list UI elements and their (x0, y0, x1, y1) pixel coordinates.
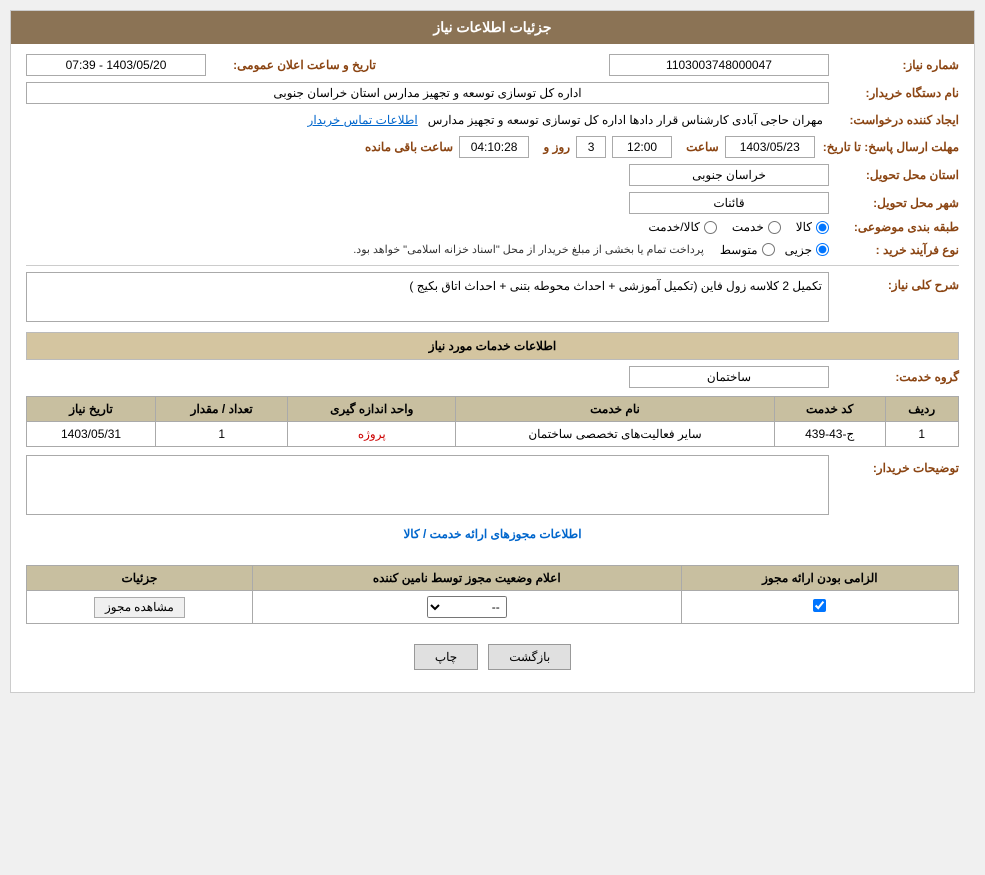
need-desc-value: تکمیل 2 کلاسه زول فاین (تکمیل آموزشی + ا… (26, 272, 829, 322)
cell-quantity: 1 (156, 422, 288, 447)
service-table: ردیف کد خدمت نام خدمت واحد اندازه گیری ت… (26, 396, 959, 447)
service-group-label: گروه خدمت: (829, 370, 959, 384)
col-row: ردیف (885, 397, 958, 422)
category-kala-label: کالا (796, 220, 812, 234)
announce-date-label: تاریخ و ساعت اعلان عمومی: (206, 58, 376, 72)
cell-unit: پروژه (288, 422, 456, 447)
response-date: 1403/05/23 (725, 136, 815, 158)
province-value: خراسان جنوبی (629, 164, 829, 186)
response-date-row: 1403/05/23 ساعت 12:00 3 روز و 04:10:28 س… (357, 136, 815, 158)
process-motavasset-radio[interactable] (762, 243, 775, 256)
service-group-value: ساختمان (629, 366, 829, 388)
response-remaining: 04:10:28 (459, 136, 529, 158)
process-jozi[interactable]: جزیی (785, 243, 829, 257)
need-desc-row: شرح کلی نیاز: تکمیل 2 کلاسه زول فاین (تک… (26, 272, 959, 322)
announce-date-value: 1403/05/20 - 07:39 (26, 54, 206, 76)
category-kala-khedmat-radio[interactable] (704, 221, 717, 234)
spacer (26, 547, 959, 557)
divider-1 (26, 265, 959, 266)
need-number-label: شماره نیاز: (829, 58, 959, 72)
cell-date: 1403/05/31 (27, 422, 156, 447)
buyer-org-value: اداره کل توسازی توسعه و تجهیز مدارس استا… (26, 82, 829, 104)
permit-status-cell: -- (252, 591, 681, 624)
category-row: طبقه بندی موضوعی: کالا خدمت کالا/خدمت (26, 220, 959, 234)
response-remaining-label: ساعت باقی مانده (357, 140, 453, 154)
service-group-row: گروه خدمت: ساختمان (26, 366, 959, 388)
permit-required-cell (681, 591, 958, 624)
permit-required-checkbox[interactable] (813, 599, 826, 612)
response-time-label: ساعت (678, 140, 719, 154)
permit-col-status: اعلام وضعیت مجوز توسط نامین کننده (252, 566, 681, 591)
col-name: نام خدمت (456, 397, 775, 422)
col-quantity: تعداد / مقدار (156, 397, 288, 422)
buyer-notes-value (26, 455, 829, 515)
buyer-notes-label: توضیحات خریدار: (829, 455, 959, 475)
table-row: 1 ج-43-439 سایر فعالیت‌های تخصصی ساختمان… (27, 422, 959, 447)
permit-details-cell: مشاهده مجوز (27, 591, 253, 624)
category-kala-radio[interactable] (816, 221, 829, 234)
response-days: 3 (576, 136, 606, 158)
city-label: شهر محل تحویل: (829, 196, 959, 210)
category-khedmat[interactable]: خدمت (732, 220, 781, 234)
requester-value: مهران حاجی آبادی کارشناس قرار دادها ادار… (422, 110, 829, 130)
bottom-buttons: بازگشت چاپ (26, 632, 959, 682)
buyer-org-row: نام دستگاه خریدار: اداره کل توسازی توسعه… (26, 82, 959, 104)
category-kala[interactable]: کالا (796, 220, 829, 234)
process-jozi-label: جزیی (785, 243, 812, 257)
city-row: شهر محل تحویل: قائنات (26, 192, 959, 214)
response-deadline-row: مهلت ارسال پاسخ: تا تاریخ: 1403/05/23 سا… (26, 136, 959, 158)
cell-row: 1 (885, 422, 958, 447)
province-row: استان محل تحویل: خراسان جنوبی (26, 164, 959, 186)
response-time: 12:00 (612, 136, 672, 158)
process-row: نوع فرآیند خرید : جزیی متوسط پرداخت تمام… (26, 240, 959, 259)
cell-name: سایر فعالیت‌های تخصصی ساختمان (456, 422, 775, 447)
process-options: جزیی متوسط پرداخت تمام یا بخشی از مبلغ خ… (347, 240, 829, 259)
col-date: تاریخ نیاز (27, 397, 156, 422)
view-permit-button[interactable]: مشاهده مجوز (94, 597, 185, 618)
category-khedmat-label: خدمت (732, 220, 764, 234)
buyer-notes-row: توضیحات خریدار: (26, 455, 959, 515)
permit-table: الزامی بودن ارائه مجوز اعلام وضعیت مجوز … (26, 565, 959, 624)
need-number-value: 1103003748000047 (609, 54, 829, 76)
permit-col-required: الزامی بودن ارائه مجوز (681, 566, 958, 591)
category-khedmat-radio[interactable] (768, 221, 781, 234)
permit-section-link[interactable]: اطلاعات مجوزهای ارائه خدمت / کالا (26, 521, 959, 547)
process-label: نوع فرآیند خرید : (829, 243, 959, 257)
need-number-row: شماره نیاز: 1103003748000047 تاریخ و ساع… (26, 54, 959, 76)
response-days-label: روز و (535, 140, 570, 154)
back-button[interactable]: بازگشت (488, 644, 571, 670)
requester-label: ایجاد کننده درخواست: (829, 113, 959, 127)
process-jozi-radio[interactable] (816, 243, 829, 256)
category-kala-khedmat[interactable]: کالا/خدمت (648, 220, 716, 234)
buyer-org-label: نام دستگاه خریدار: (829, 86, 959, 100)
cell-code: ج-43-439 (774, 422, 885, 447)
need-desc-label: شرح کلی نیاز: (829, 272, 959, 292)
page-title: جزئیات اطلاعات نیاز (11, 11, 974, 44)
page-wrapper: جزئیات اطلاعات نیاز شماره نیاز: 11030037… (0, 0, 985, 875)
main-container: جزئیات اطلاعات نیاز شماره نیاز: 11030037… (10, 10, 975, 693)
category-label: طبقه بندی موضوعی: (829, 220, 959, 234)
province-label: استان محل تحویل: (829, 168, 959, 182)
process-motavasset[interactable]: متوسط (720, 243, 775, 257)
city-value: قائنات (629, 192, 829, 214)
permit-col-details: جزئیات (27, 566, 253, 591)
requester-link[interactable]: اطلاعات تماس خریدار (308, 113, 418, 127)
response-deadline-label: مهلت ارسال پاسخ: تا تاریخ: (815, 140, 959, 154)
category-kala-khedmat-label: کالا/خدمت (648, 220, 699, 234)
process-note: پرداخت تمام یا بخشی از مبلغ خریدار از مح… (347, 240, 710, 259)
requester-row: ایجاد کننده درخواست: مهران حاجی آبادی کا… (26, 110, 959, 130)
print-button[interactable]: چاپ (414, 644, 478, 670)
col-unit: واحد اندازه گیری (288, 397, 456, 422)
permit-status-select[interactable]: -- (427, 596, 507, 618)
process-motavasset-label: متوسط (720, 243, 758, 257)
category-radio-group: کالا خدمت کالا/خدمت (648, 220, 829, 234)
service-info-header: اطلاعات خدمات مورد نیاز (26, 332, 959, 360)
content-area: شماره نیاز: 1103003748000047 تاریخ و ساع… (11, 44, 974, 692)
permit-table-row: -- مشاهده مجوز (27, 591, 959, 624)
col-code: کد خدمت (774, 397, 885, 422)
